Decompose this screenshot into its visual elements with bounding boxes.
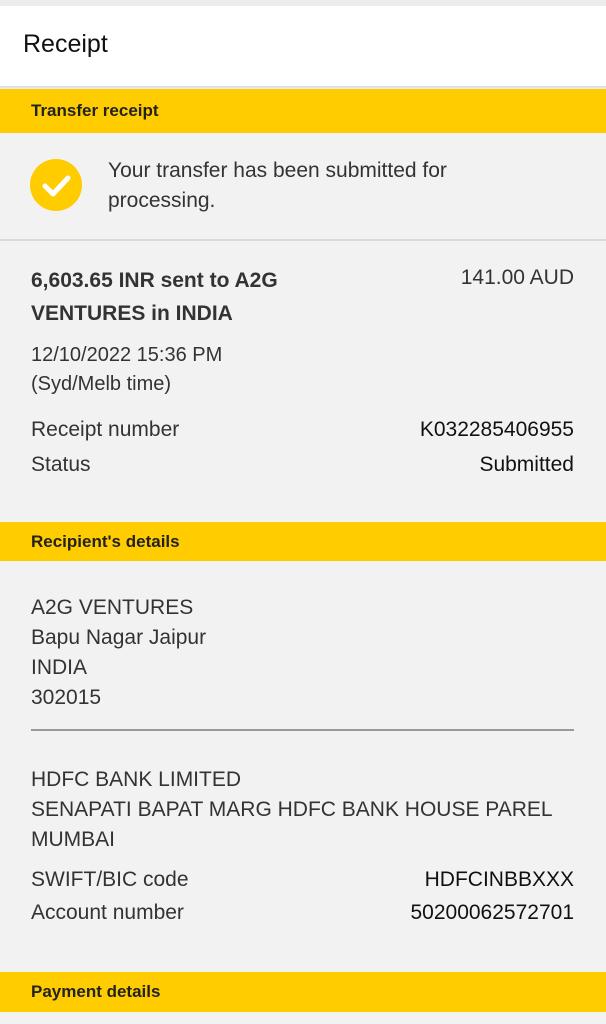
recipient-street: Bapu Nagar Jaipur (31, 626, 207, 649)
recipient-name: A2G VENTURES (31, 596, 194, 619)
notice-line-2: processing. (108, 189, 216, 212)
amount-line-2: VENTURES in INDIA (31, 302, 233, 325)
receipt-number-label: Receipt number (31, 418, 180, 441)
amount-line-1: 6,603.65 INR sent to A2G (31, 269, 278, 292)
checkmark-circle-icon (30, 159, 82, 211)
swift-code-value: HDFCINBBXXX (424, 868, 574, 891)
notice-line-1: Your transfer has been submitted for (108, 159, 447, 182)
transfer-date: 12/10/2022 15:36 PM (31, 344, 223, 366)
bottom-area (0, 1012, 606, 1024)
recipient-country: INDIA (31, 656, 88, 679)
recipient-address: A2G VENTURES Bapu Nagar Jaipur INDIA 302… (31, 593, 206, 713)
section-title-transfer: Transfer receipt (31, 101, 159, 120)
transfer-amount-summary: 6,603.65 INR sent to A2G VENTURES in IND… (31, 264, 331, 330)
bank-details: HDFC BANK LIMITED SENAPATI BAPAT MARG HD… (31, 765, 591, 855)
swift-code-label: SWIFT/BIC code (31, 868, 189, 891)
receipt-number-value: K032285406955 (419, 418, 574, 441)
submission-notice: Your transfer has been submitted for pro… (108, 156, 508, 216)
section-title-recipient: Recipient's details (31, 532, 180, 551)
bank-address-line-1: SENAPATI BAPAT MARG HDFC BANK HOUSE PARE… (31, 798, 553, 821)
account-number-value: 50200062572701 (410, 901, 574, 924)
section-header-payment: Payment details (0, 972, 606, 1012)
bank-address-line-2: MUMBAI (31, 828, 115, 851)
bank-name: HDFC BANK LIMITED (31, 768, 242, 791)
app-header: Receipt (0, 0, 606, 88)
status-value: Submitted (479, 453, 574, 476)
transfer-timezone: (Syd/Melb time) (31, 373, 172, 395)
recipient-postcode: 302015 (31, 686, 102, 709)
status-label: Status (31, 453, 91, 476)
section-divider (0, 239, 606, 241)
page-title: Receipt (23, 30, 108, 58)
aud-amount: 141.00 AUD (460, 266, 574, 289)
recipient-divider (31, 729, 574, 731)
account-number-label: Account number (31, 901, 184, 924)
section-header-transfer: Transfer receipt (0, 89, 606, 133)
section-header-recipient: Recipient's details (0, 522, 606, 561)
transfer-datetime: 12/10/2022 15:36 PM (Syd/Melb time) (31, 341, 222, 399)
section-title-payment: Payment details (31, 982, 161, 1001)
